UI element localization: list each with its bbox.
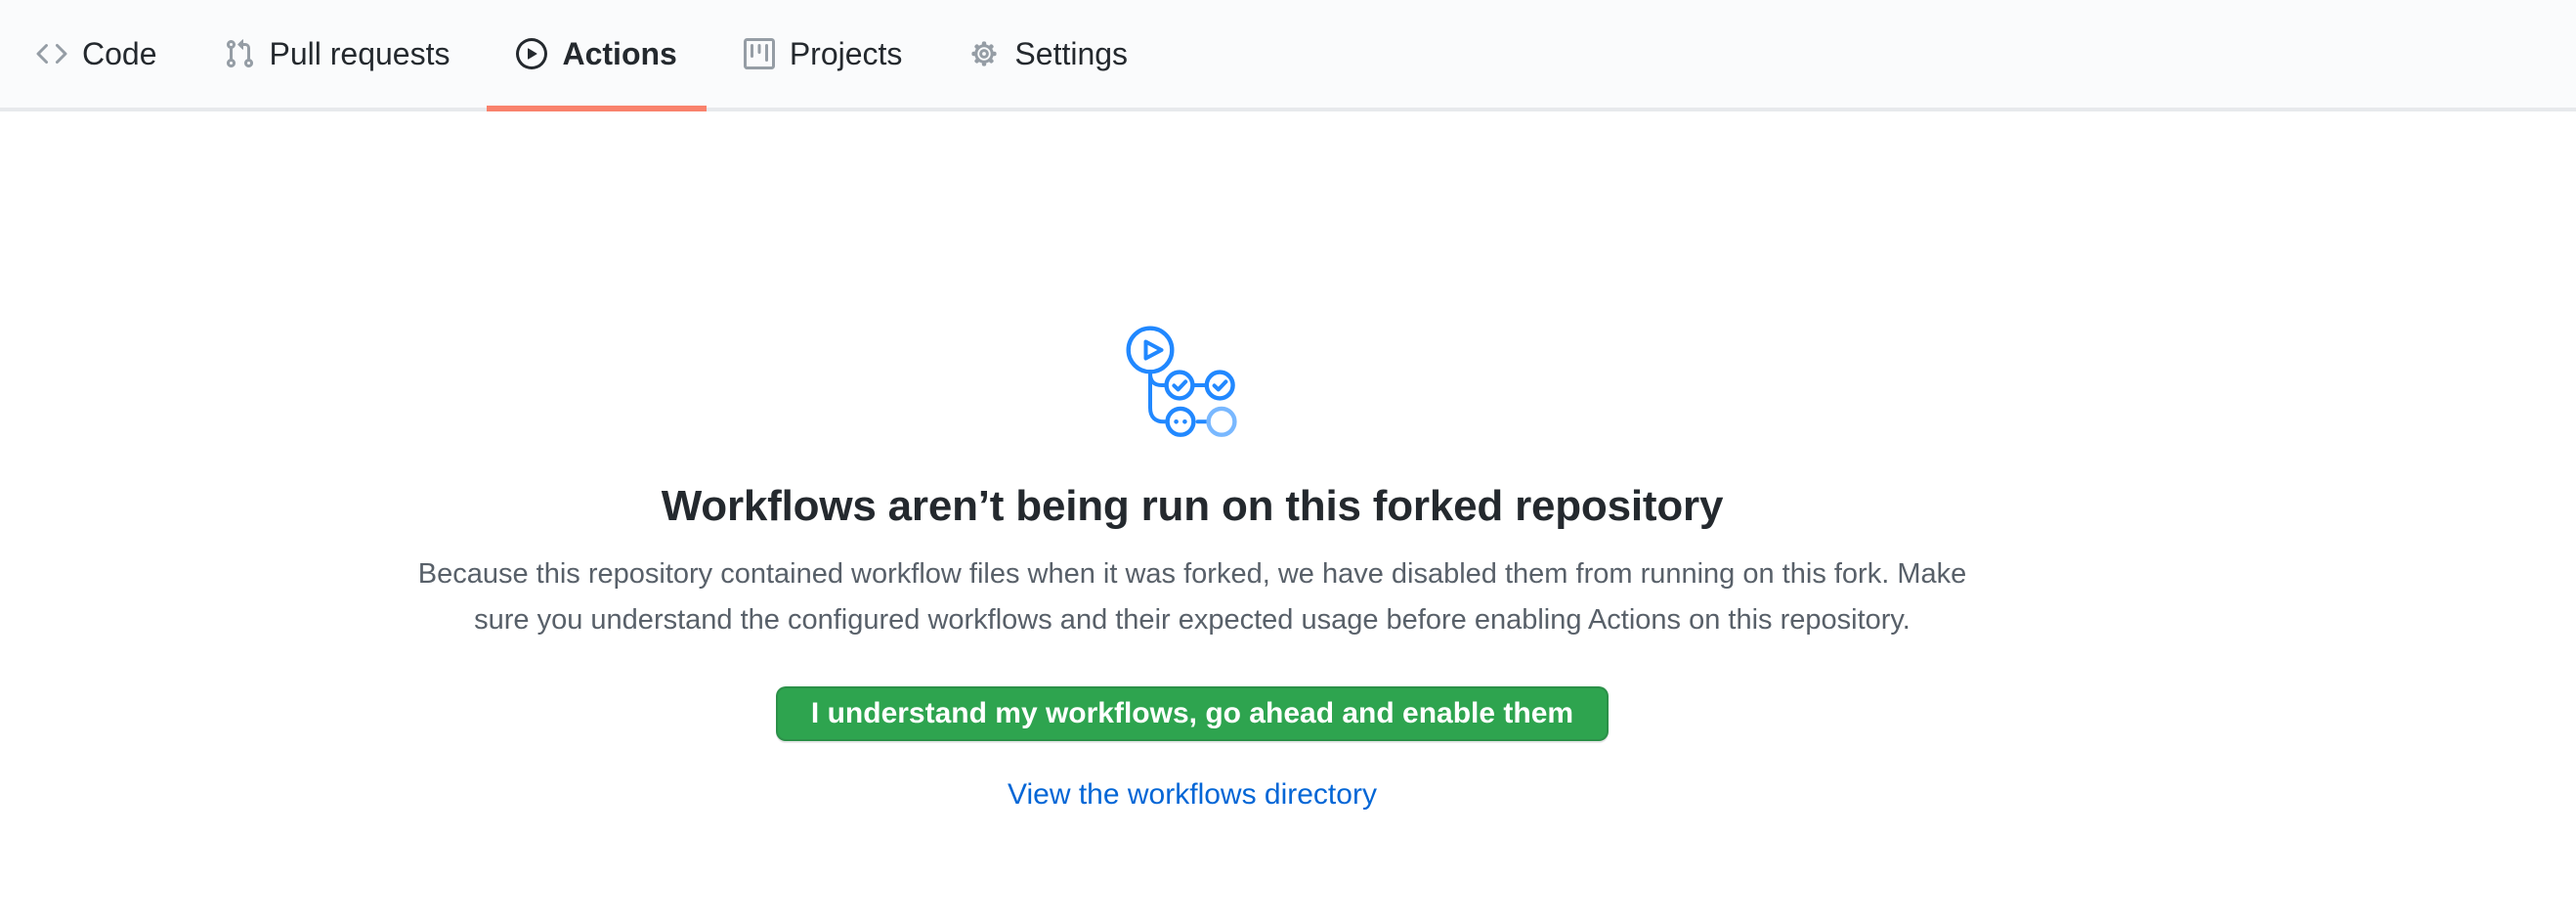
tab-pull-requests[interactable]: Pull requests	[194, 0, 480, 108]
tab-settings[interactable]: Settings	[939, 0, 1157, 108]
workflow-graph-icon	[1114, 311, 1270, 438]
tab-label: Settings	[1014, 36, 1128, 72]
view-workflows-directory-link[interactable]: View the workflows directory	[1008, 778, 1377, 812]
gear-icon	[968, 38, 1000, 69]
description-line-1: Because this repository contained workfl…	[0, 551, 2384, 597]
enable-workflows-button[interactable]: I understand my workflows, go ahead and …	[776, 686, 1609, 741]
description-line-2: sure you understand the configured workf…	[0, 597, 2384, 643]
page-title: Workflows aren’t being run on this forke…	[0, 477, 2384, 536]
project-icon	[744, 38, 775, 69]
repo-tab-bar: Code Pull requests Actions Projects	[0, 0, 2576, 111]
tab-label: Projects	[790, 36, 903, 72]
blankslate-description: Because this repository contained workfl…	[0, 551, 2384, 643]
tab-label: Code	[82, 36, 157, 72]
actions-disabled-blankslate: Workflows aren’t being run on this forke…	[0, 311, 2384, 812]
code-icon	[36, 38, 67, 69]
tab-actions[interactable]: Actions	[487, 0, 706, 108]
play-icon	[516, 38, 547, 69]
tab-projects[interactable]: Projects	[714, 0, 932, 108]
tab-code[interactable]: Code	[7, 0, 187, 108]
git-pull-request-icon	[224, 38, 255, 69]
tab-label: Actions	[562, 36, 676, 72]
tab-label: Pull requests	[270, 36, 451, 72]
